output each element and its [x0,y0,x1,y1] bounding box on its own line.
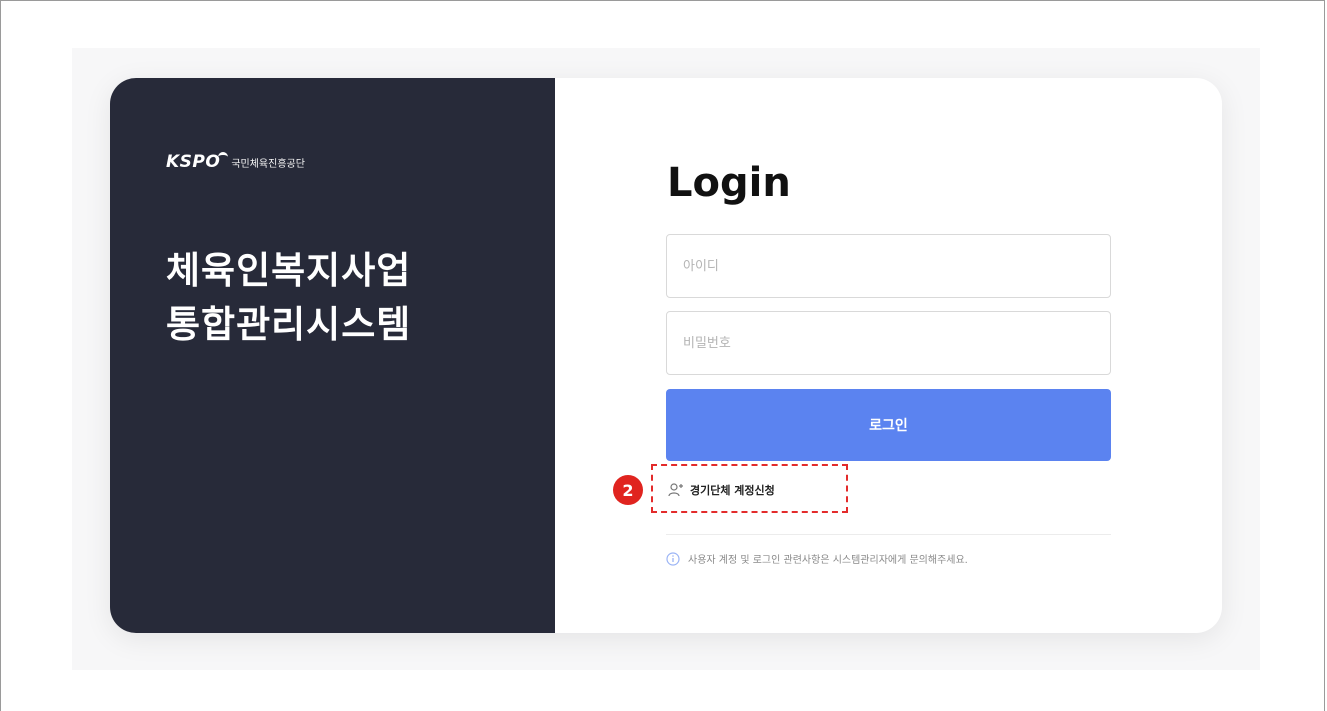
login-heading: Login [667,160,791,206]
logo-mark: KSPO [166,152,221,172]
support-notice-text: 사용자 계정 및 로그인 관련사항은 시스템관리자에게 문의해주세요. [688,555,968,566]
password-input[interactable] [666,311,1111,375]
logo-org-name: 국민체육진흥공단 [231,158,305,170]
login-card: KSPO 국민체육진흥공단 체육인복지사업 통합관리시스템 Login 로그인 … [110,78,1222,633]
login-panel: Login 로그인 경기단체 계정신청 [555,78,1222,633]
annotation-highlight-box [651,464,848,513]
id-input[interactable] [666,234,1111,298]
info-icon [666,551,680,566]
brand-panel: KSPO 국민체육진흥공단 체육인복지사업 통합관리시스템 [110,78,555,633]
annotation-badge: 2 [613,475,643,505]
login-button[interactable]: 로그인 [666,389,1111,461]
system-title-line2: 통합관리시스템 [166,303,412,346]
support-notice: 사용자 계정 및 로그인 관련사항은 시스템관리자에게 문의해주세요. [666,551,968,566]
divider [666,534,1111,535]
system-title-line1: 체육인복지사업 [166,249,412,292]
system-title: 체육인복지사업 통합관리시스템 [166,244,411,352]
kspo-logo: KSPO 국민체육진흥공단 [166,151,305,172]
logo-swoosh-icon [218,151,229,163]
